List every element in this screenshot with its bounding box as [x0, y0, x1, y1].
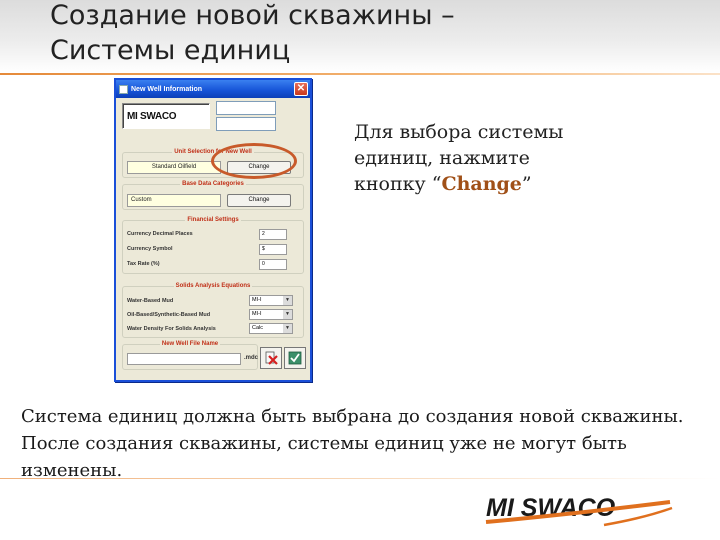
mi-swaco-logo-icon: MI SWACO	[485, 494, 673, 527]
slide-header: Создание новой скважины – Системы единиц	[0, 0, 720, 73]
chevron-down-icon: ▼	[283, 310, 292, 319]
currency-symbol-label: Currency Symbol	[127, 246, 173, 252]
solids-analysis-label: Solids Analysis Equations	[173, 283, 253, 289]
oil-based-mud-select[interactable]: MI-I ▼	[249, 309, 293, 320]
callout-text: Для выбора системы единиц, нажмите кнопк…	[354, 119, 654, 197]
app-icon	[119, 84, 128, 94]
title-underline	[0, 73, 720, 75]
base-data-group: Base Data Categories Custom Change	[122, 181, 304, 210]
callout-line2: единиц, нажмите	[354, 147, 530, 169]
base-data-value: Custom	[127, 194, 221, 207]
decimal-places-input[interactable]: 2	[259, 229, 287, 240]
oil-based-mud-value: MI-I	[252, 311, 262, 317]
dialog-title: New Well Information	[131, 85, 203, 93]
slide-title-line2: Системы единиц	[50, 35, 291, 66]
dialog-logo: MI SWACO	[122, 103, 210, 129]
tax-rate-input[interactable]: 0	[259, 259, 287, 270]
oil-based-mud-label: Oil-Based/Synthetic-Based Mud	[127, 312, 211, 318]
callout-accent: Change	[441, 173, 522, 195]
callout-prefix: кнопку “	[354, 173, 442, 195]
currency-symbol-input[interactable]: $	[259, 244, 287, 255]
base-data-change-button[interactable]: Change	[227, 194, 291, 207]
footer-logo-text: MI SWACO	[486, 494, 616, 522]
water-density-select[interactable]: Calc ▼	[249, 323, 293, 334]
filename-label: New Well File Name	[159, 341, 221, 347]
body-text: Система единиц должна быть выбрана до со…	[21, 406, 684, 481]
water-density-label: Water Density For Solids Analysis	[127, 326, 216, 332]
water-based-mud-label: Water-Based Mud	[127, 298, 174, 304]
cancel-button[interactable]	[260, 347, 282, 369]
dialog-titlebar: New Well Information ✕	[116, 80, 310, 98]
filename-input[interactable]	[127, 353, 241, 365]
base-data-label: Base Data Categories	[180, 181, 246, 187]
callout-line3: кнопку “Change”	[354, 171, 654, 197]
financial-settings-group: Financial Settings Currency Decimal Plac…	[122, 217, 304, 274]
chevron-down-icon: ▼	[283, 296, 292, 305]
slide-title-line1: Создание новой скважины –	[50, 0, 455, 31]
bottom-divider	[0, 478, 720, 479]
change-button-highlight	[211, 143, 297, 179]
ok-icon	[288, 351, 302, 365]
cancel-icon	[265, 351, 278, 365]
slide-title: Создание новой скважины – Системы единиц	[50, 0, 650, 68]
unit-system-value: Standard Oilfield	[127, 161, 221, 174]
tax-rate-label: Tax Rate (%)	[127, 261, 160, 267]
callout-line1: Для выбора системы	[354, 121, 564, 143]
water-density-value: Calc	[252, 325, 264, 331]
ok-button[interactable]	[284, 347, 306, 369]
dialog-logo-text: MI SWACO	[127, 110, 177, 122]
water-based-mud-value: MI-I	[252, 297, 262, 303]
solids-analysis-group: Solids Analysis Equations Water-Based Mu…	[122, 283, 304, 338]
financial-settings-label: Financial Settings	[185, 217, 241, 223]
new-well-dialog: New Well Information ✕ MI SWACO Unit Sel…	[114, 78, 312, 382]
chevron-down-icon: ▼	[283, 324, 292, 333]
file-extension: .mdc	[244, 355, 259, 361]
water-based-mud-select[interactable]: MI-I ▼	[249, 295, 293, 306]
callout-suffix: ”	[521, 173, 532, 195]
footer-logo: MI SWACO	[484, 492, 674, 528]
well-field-2[interactable]	[216, 117, 276, 131]
close-button[interactable]: ✕	[294, 82, 308, 96]
decimal-places-label: Currency Decimal Places	[127, 231, 193, 237]
well-field-1[interactable]	[216, 101, 276, 115]
